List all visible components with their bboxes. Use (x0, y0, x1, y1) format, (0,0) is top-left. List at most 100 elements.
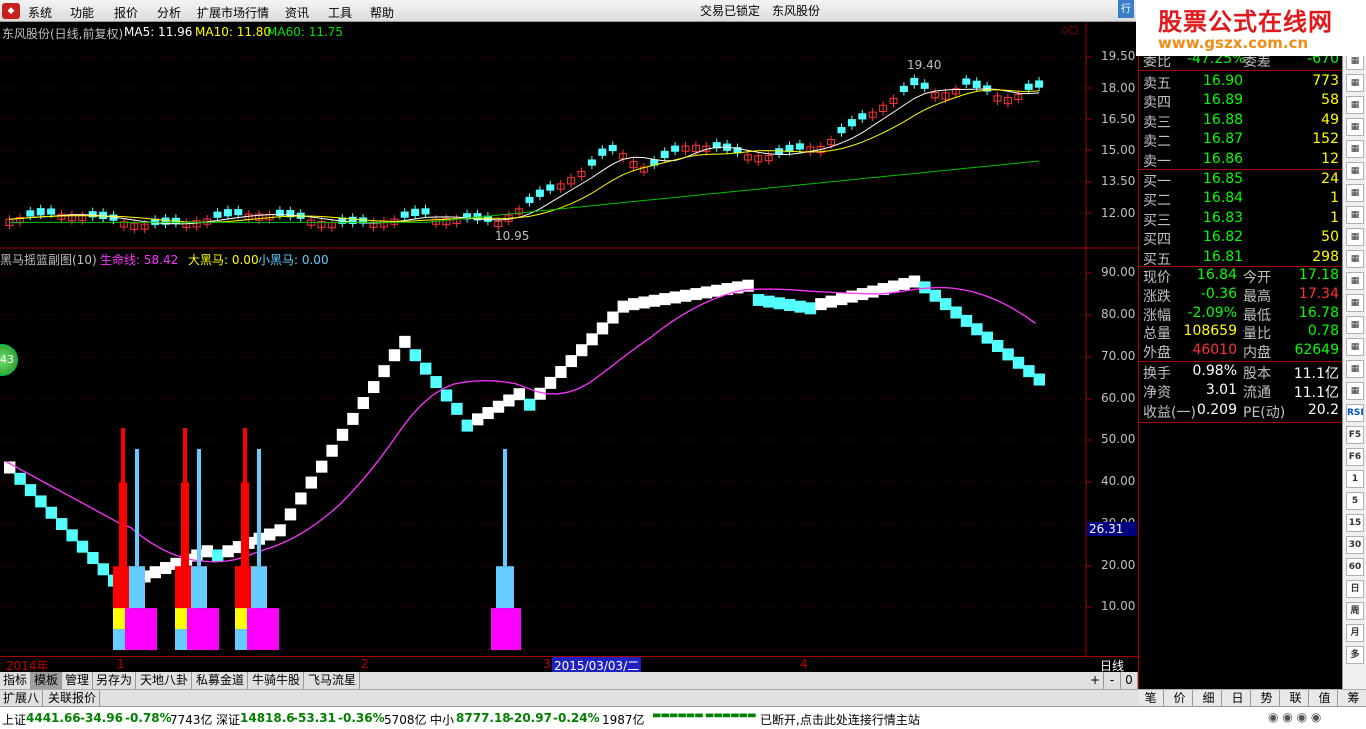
period-tool-button[interactable]: 30 (1346, 536, 1364, 554)
right-tab[interactable]: 联 (1283, 690, 1309, 706)
ask-row[interactable]: 卖四 16.89 58 (1139, 92, 1343, 111)
sub-ytick: 10.00 (1101, 599, 1136, 613)
step-block (867, 285, 879, 298)
bid-row[interactable]: 买五 16.81 298 (1139, 249, 1343, 268)
connection-status[interactable]: 已断开,点击此处连接行情主站 (760, 711, 920, 728)
candle-body (899, 85, 908, 93)
chart-tool-icon[interactable]: ▦ (1346, 206, 1364, 224)
ask-row[interactable]: 卖二 16.87 152 (1139, 131, 1343, 150)
menu-item-help[interactable]: 帮助 (370, 4, 394, 21)
right-tab[interactable]: 值 (1312, 690, 1338, 706)
chart-tool-icon[interactable]: ▦ (1346, 228, 1364, 246)
period-tool-button[interactable]: 多 (1346, 646, 1364, 664)
reset-button[interactable]: 0 (1121, 672, 1138, 689)
step-block (87, 551, 99, 564)
right-tab[interactable]: 细 (1196, 690, 1222, 706)
chart-tool-icon[interactable]: ▦ (1346, 96, 1364, 114)
chart-tool-icon[interactable]: ▦ (1346, 316, 1364, 334)
ask-row[interactable]: 卖三 16.88 49 (1139, 112, 1343, 131)
bid-row[interactable]: 买二 16.84 1 (1139, 190, 1343, 209)
menu-item-analysis[interactable]: 分析 (157, 4, 181, 21)
window-tab[interactable]: 行 (1118, 0, 1134, 18)
chart-tool-icon[interactable]: ▦ (1346, 140, 1364, 158)
tab-indicator[interactable]: 指标 (0, 672, 32, 689)
ask-row[interactable]: 卖一 16.86 12 (1139, 151, 1343, 170)
bid-row[interactable]: 买四 16.82 50 (1139, 229, 1343, 248)
bid-row[interactable]: 买三 16.83 1 (1139, 210, 1343, 229)
life-line (5, 286, 1036, 563)
step-block (628, 298, 640, 311)
step-block (950, 306, 962, 319)
tab-tiandi[interactable]: 天地八卦 (137, 672, 193, 689)
tab-simu[interactable]: 私募金道 (193, 672, 249, 689)
signal-bar (191, 566, 207, 609)
right-tab[interactable]: 日 (1225, 690, 1251, 706)
step-block (711, 284, 723, 297)
right-tab[interactable]: 筹 (1341, 690, 1366, 706)
step-block (565, 355, 577, 368)
period-tool-button[interactable]: 1 (1346, 470, 1364, 488)
candle-body (47, 208, 56, 215)
signal-bar (241, 482, 249, 567)
tray-icons[interactable]: ◉ ◉ ◉ ◉ (1268, 710, 1321, 724)
chart-tool-icon[interactable]: ▦ (1346, 74, 1364, 92)
tab-feima[interactable]: 飞马流星 (305, 672, 361, 689)
menu-item-news[interactable]: 资讯 (285, 4, 309, 21)
ask-row[interactable]: 卖五 16.90 773 (1139, 73, 1343, 92)
right-tab[interactable]: 价 (1167, 690, 1193, 706)
stat-value: 17.34 (1298, 285, 1339, 302)
chart-tool-icon[interactable]: ▦ (1346, 118, 1364, 136)
chart-tool-icon[interactable]: ▦ (1346, 272, 1364, 290)
step-block (14, 472, 26, 485)
step-block (773, 297, 785, 310)
step-block (617, 300, 629, 313)
low-price-label: 10.95 (495, 229, 530, 243)
chart-tool-icon[interactable]: ▦ (1346, 162, 1364, 180)
menu-item-ext-market[interactable]: 扩展市场行情 (197, 4, 269, 21)
menu-item-function[interactable]: 功能 (70, 4, 94, 21)
period-tool-button[interactable]: 15 (1346, 514, 1364, 532)
ma5-line (9, 88, 1040, 225)
tab-manage[interactable]: 管理 (62, 672, 94, 689)
chart-tool-icon[interactable]: ▦ (1346, 294, 1364, 312)
menu-item-quote[interactable]: 报价 (114, 4, 138, 21)
zoom-out-button[interactable]: - (1104, 672, 1121, 689)
menu-item-system[interactable]: 系统 (28, 4, 52, 21)
tab-save-as[interactable]: 另存为 (93, 672, 137, 689)
right-tab[interactable]: 笔 (1138, 690, 1164, 706)
ask-volume: 58 (1321, 92, 1339, 109)
period-tool-button[interactable]: 5 (1346, 492, 1364, 510)
tab-niuqi[interactable]: 牛骑牛股 (249, 672, 305, 689)
chart-tool-icon[interactable]: ▦ (1346, 250, 1364, 268)
date-label: 2 (361, 657, 369, 671)
step-block (513, 388, 525, 401)
tab-related-quote[interactable]: 关联报价 (45, 690, 101, 706)
period-tool-button[interactable]: 周 (1346, 602, 1364, 620)
tab-ext8[interactable]: 扩展八 (0, 690, 44, 706)
menu-item-tools[interactable]: 工具 (328, 4, 352, 21)
period-tool-button[interactable]: 日 (1346, 580, 1364, 598)
chart-svg[interactable] (0, 22, 1138, 656)
period-tool-button[interactable]: F5 (1346, 426, 1364, 444)
tab-template[interactable]: 模板 (31, 672, 63, 689)
period-tool-button[interactable]: F6 (1346, 448, 1364, 466)
candle-body (411, 208, 420, 216)
chart-tool-icon[interactable]: ▦ (1346, 338, 1364, 356)
zoom-in-button[interactable]: + (1087, 672, 1104, 689)
chart-tool-icon[interactable]: ▦ (1346, 382, 1364, 400)
info-label: 股本 (1243, 366, 1271, 382)
period-tool-button[interactable]: 60 (1346, 558, 1364, 576)
stat-label: 量比 (1243, 326, 1271, 343)
chart-tool-icon[interactable]: ▦ (1346, 184, 1364, 202)
bid-volume: 1 (1330, 209, 1339, 226)
app-logo-icon[interactable]: ◆ (2, 3, 20, 19)
period-tool-button[interactable]: RSI (1346, 404, 1364, 422)
chart-area[interactable]: 东风股份(日线,前复权) MA5: 11.96 MA10: 11.80 MA60… (0, 22, 1138, 656)
bid-row[interactable]: 买一 16.85 24 (1139, 171, 1343, 190)
chart-tool-icon[interactable]: ▦ (1346, 360, 1364, 378)
watermark-title: 股票公式在线网 (1158, 8, 1333, 36)
right-tab[interactable]: 势 (1254, 690, 1280, 706)
period-tool-button[interactable]: 月 (1346, 624, 1364, 642)
step-block (919, 281, 931, 294)
chart-toggle-icon[interactable]: ◇□ (1061, 25, 1078, 36)
